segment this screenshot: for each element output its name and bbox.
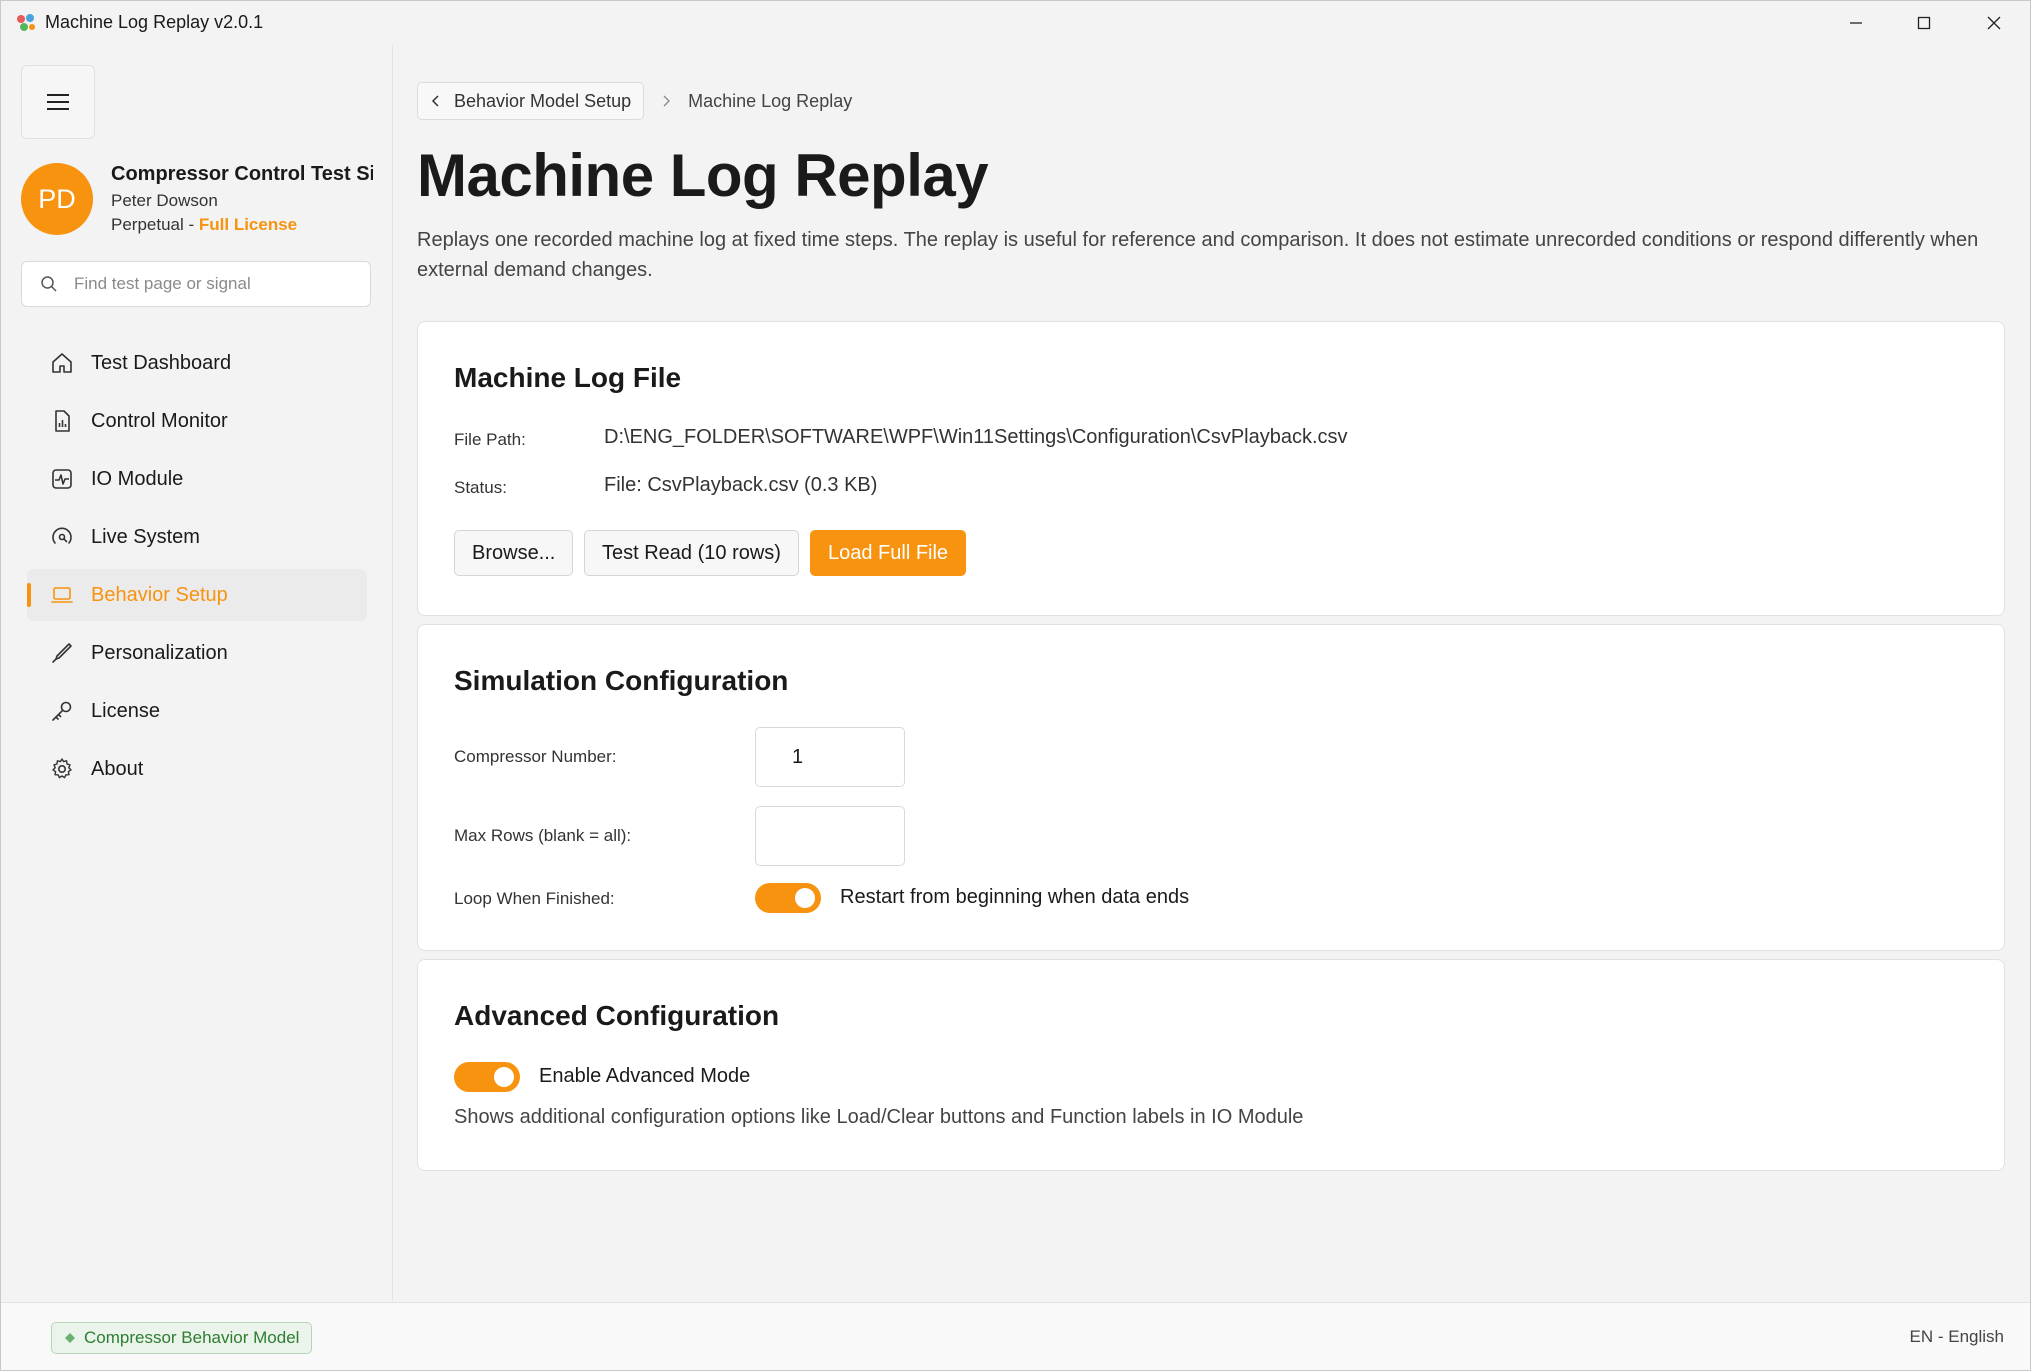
card-title: Machine Log File — [454, 362, 682, 393]
maximize-button[interactable] — [1889, 1, 1959, 45]
sidebar-item-about[interactable]: About — [27, 743, 367, 795]
sidebar-item-control-monitor[interactable]: Control Monitor — [27, 395, 367, 447]
advanced-mode-toggle[interactable] — [454, 1062, 520, 1092]
load-full-file-button[interactable]: Load Full File — [810, 530, 967, 576]
minimize-button[interactable] — [1821, 1, 1891, 45]
sidebar-item-test-dashboard[interactable]: Test Dashboard — [27, 337, 367, 389]
sidebar-item-license[interactable]: License — [27, 685, 367, 737]
minimize-icon — [1850, 22, 1862, 24]
sidebar-item-label: Test Dashboard — [91, 351, 232, 374]
close-button[interactable] — [1959, 1, 2029, 45]
status-bar: Compressor Behavior Model EN - English — [1, 1302, 2030, 1370]
profile-app-name: Compressor Control Test Simulator — [111, 163, 373, 185]
nav-list: Test Dashboard Control Monitor IO Module… — [27, 337, 367, 801]
breadcrumb: Behavior Model Setup Machine Log Replay — [417, 82, 852, 120]
model-status-badge[interactable]: Compressor Behavior Model — [51, 1322, 313, 1354]
sidebar-item-label: License — [91, 699, 160, 722]
breadcrumb-current: Machine Log Replay — [688, 90, 853, 111]
breadcrumb-back-button[interactable]: Behavior Model Setup — [417, 82, 645, 120]
compressor-number-input[interactable] — [755, 727, 905, 787]
max-rows-input[interactable] — [755, 806, 905, 866]
loop-when-finished-label: Loop When Finished: — [454, 889, 615, 908]
max-rows-label: Max Rows (blank = all): — [454, 826, 632, 845]
sidebar-item-io-module[interactable]: IO Module — [27, 453, 367, 505]
chevron-left-icon — [431, 95, 439, 107]
profile-license: Perpetual - Full License — [111, 215, 297, 235]
page-title: Machine Log Replay — [417, 142, 989, 209]
profile-user-name: Peter Dowson — [111, 191, 218, 210]
sidebar-item-behavior-setup[interactable]: Behavior Setup — [27, 569, 367, 621]
close-icon — [1987, 16, 2001, 30]
compressor-number-label: Compressor Number: — [454, 747, 617, 766]
diamond-icon — [65, 1333, 75, 1343]
search-input[interactable] — [72, 273, 346, 295]
sidebar-item-label: Behavior Setup — [91, 583, 228, 606]
test-read-button[interactable]: Test Read (10 rows) — [584, 530, 799, 576]
gear-icon — [49, 756, 75, 782]
browse-button[interactable]: Browse... — [454, 530, 574, 576]
search-icon — [41, 276, 57, 292]
sidebar-item-live-system[interactable]: Live System — [27, 511, 367, 563]
loop-toggle[interactable] — [755, 883, 821, 913]
breadcrumb-back-label: Behavior Model Setup — [454, 90, 632, 111]
app-logo-icon — [17, 14, 35, 31]
model-status-label: Compressor Behavior Model — [84, 1328, 300, 1347]
sidebar-item-label: About — [91, 757, 144, 780]
sidebar-item-label: IO Module — [91, 467, 184, 490]
title-bar: Machine Log Replay v2.0.1 — [1, 1, 2030, 45]
report-icon — [49, 408, 75, 434]
advanced-configuration-card: Advanced Configuration Enable Advanced M… — [417, 959, 2005, 1171]
maximize-icon — [1917, 16, 1931, 30]
avatar[interactable]: PD — [21, 163, 93, 235]
page-description: Replays one recorded machine log at fixe… — [417, 229, 1979, 281]
simulation-configuration-card: Simulation Configuration Compressor Numb… — [417, 624, 2005, 951]
menu-toggle-button[interactable] — [21, 65, 95, 139]
file-path-value: D:\ENG_FOLDER\SOFTWARE\WPF\Win11Settings… — [604, 426, 1348, 448]
status-label: Status: — [454, 478, 507, 497]
search-box[interactable] — [21, 261, 371, 307]
advanced-mode-text: Enable Advanced Mode — [539, 1065, 751, 1087]
machine-log-file-card: Machine Log File File Path: D:\ENG_FOLDE… — [417, 321, 2005, 616]
loop-toggle-text: Restart from beginning when data ends — [840, 886, 1190, 908]
sidebar-item-label: Control Monitor — [91, 409, 228, 432]
advanced-mode-hint: Shows additional configuration options l… — [454, 1106, 1304, 1128]
status-value: File: CsvPlayback.csv (0.3 KB) — [604, 474, 878, 496]
pulse-icon — [49, 466, 75, 492]
sidebar-item-personalization[interactable]: Personalization — [27, 627, 367, 679]
file-path-label: File Path: — [454, 430, 526, 449]
license-separator: - — [183, 215, 199, 234]
sidebar: PD Compressor Control Test Simulator Pet… — [1, 45, 393, 1301]
app-window: Machine Log Replay v2.0.1 PD Compressor … — [0, 0, 2031, 1371]
laptop-icon — [49, 582, 75, 608]
key-icon — [49, 698, 75, 724]
sidebar-item-label: Personalization — [91, 641, 228, 664]
home-icon — [49, 350, 75, 376]
window-title: Machine Log Replay v2.0.1 — [45, 12, 264, 32]
license-type: Perpetual — [111, 215, 184, 234]
card-title: Advanced Configuration — [454, 1000, 780, 1031]
brush-icon — [49, 640, 75, 666]
chevron-right-icon — [663, 95, 671, 107]
hamburger-icon — [47, 94, 69, 110]
card-title: Simulation Configuration — [454, 665, 789, 696]
sidebar-item-label: Live System — [91, 525, 200, 548]
live-signal-icon — [49, 524, 75, 550]
language-indicator[interactable]: EN - English — [1910, 1327, 2004, 1347]
license-level: Full License — [198, 215, 298, 234]
